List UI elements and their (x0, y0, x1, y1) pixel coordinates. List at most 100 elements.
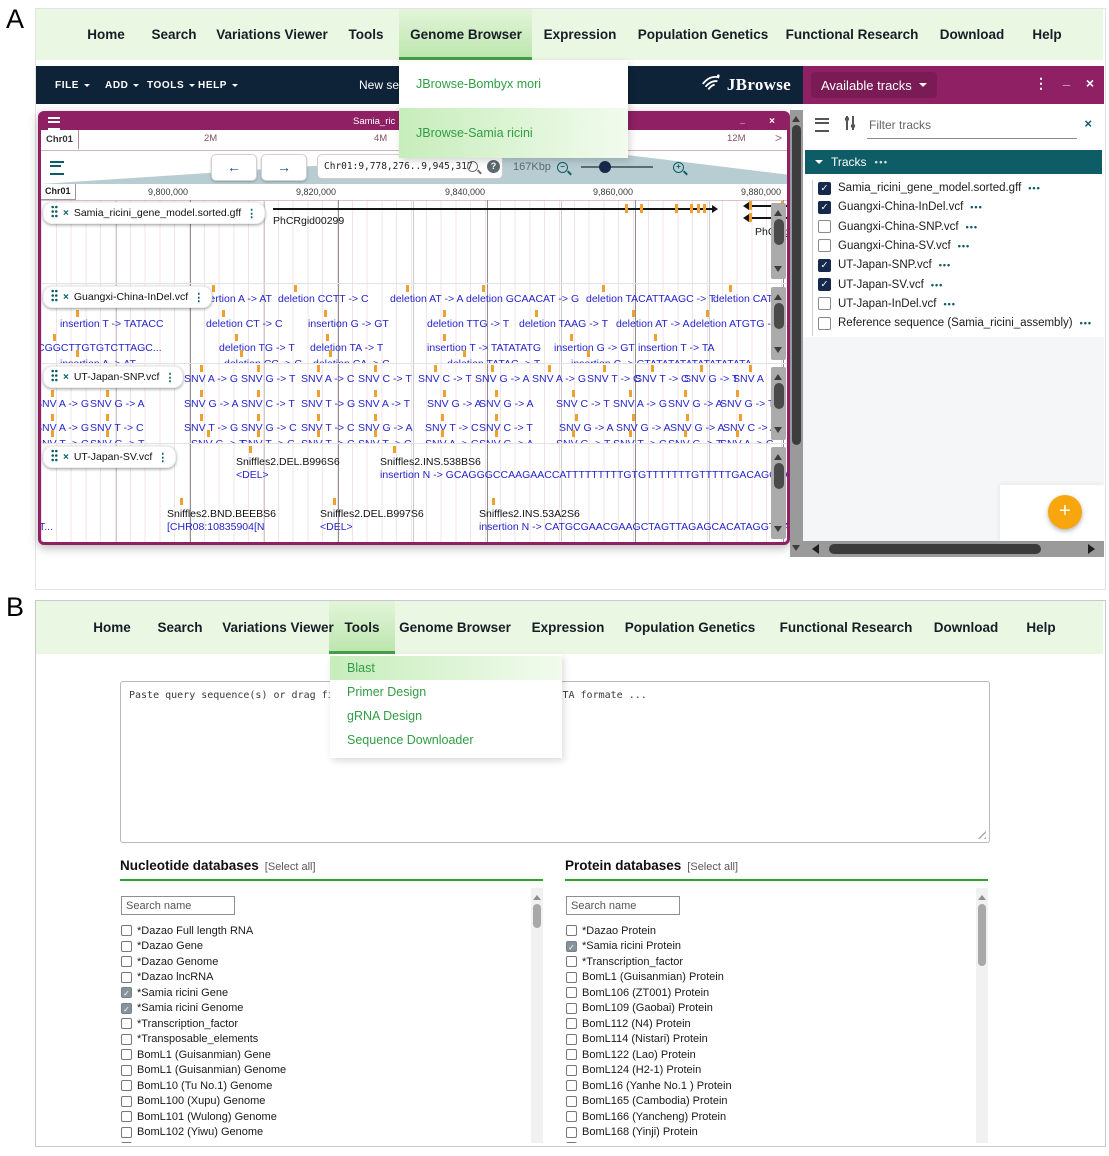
nucleotide-search-input[interactable] (121, 896, 235, 915)
db-row-boml101-wulong-genome[interactable]: BomL101 (Wulong) Genome (121, 1110, 277, 1123)
checkbox-unchecked[interactable] (121, 1142, 132, 1143)
checkbox-unchecked[interactable] (121, 972, 132, 983)
scroll-up-arrow[interactable] (978, 891, 986, 900)
close-track-icon[interactable]: × (63, 372, 69, 383)
track-list-row-ut-japan-indel-vcf[interactable]: UT-Japan-InDel.vcf••• (818, 296, 956, 312)
dropdown-item-grna-design[interactable]: gRNA Design (330, 704, 562, 728)
checkbox-checked[interactable]: ✓ (818, 259, 831, 272)
track-item-menu-icon[interactable]: ••• (943, 299, 955, 309)
drag-handle-icon[interactable] (51, 289, 58, 305)
scroll-right-arrow[interactable] (1088, 544, 1100, 554)
clear-filter-icon[interactable]: × (1084, 116, 1092, 131)
checkbox-unchecked[interactable] (566, 1065, 577, 1076)
checkbox-unchecked[interactable] (566, 1127, 577, 1138)
nav-item-expression[interactable]: Expression (532, 601, 605, 654)
db-row-dazao-gene[interactable]: *Dazao Gene (121, 940, 203, 953)
nav-item-tools[interactable]: Tools (345, 601, 380, 654)
checkbox-unchecked[interactable] (566, 925, 577, 936)
db-row-boml109-gaobai-protein[interactable]: BomL109 (Gaobai) Protein (566, 1002, 713, 1015)
nav-item-home[interactable]: Home (93, 601, 131, 654)
checkbox-unchecked[interactable] (121, 1034, 132, 1045)
db-row-transposable-elements[interactable]: *Transposable_elements (121, 1033, 258, 1046)
track-item-menu-icon[interactable]: ••• (1080, 318, 1092, 328)
track-list-row-guangxi-china-snp-vcf[interactable]: Guangxi-China-SNP.vcf••• (818, 219, 978, 235)
db-row-boml100-xupu-genome[interactable]: BomL100 (Xupu) Genome (121, 1095, 265, 1108)
vertical-scrollbar[interactable] (790, 110, 803, 557)
close-icon[interactable]: × (1086, 75, 1094, 91)
db-row-samia-ricini-protein[interactable]: ✓*Samia ricini Protein (566, 940, 681, 953)
drag-handle-icon[interactable] (51, 205, 58, 221)
scrollbar-thumb[interactable] (829, 544, 1041, 554)
track-kebab-icon[interactable]: ⋮ (164, 371, 175, 384)
scroll-up-arrow[interactable] (774, 206, 782, 216)
protein-select-all-link[interactable]: [Select all] (687, 861, 738, 873)
checkbox-unchecked[interactable] (566, 972, 577, 983)
checkbox-unchecked[interactable] (121, 956, 132, 967)
appbar-menu-help[interactable]: HELP (198, 66, 238, 104)
db-row-boml1-guisanmian-gene[interactable]: BomL1 (Guisanmian) Gene (121, 1048, 271, 1061)
checkbox-unchecked[interactable] (818, 220, 831, 233)
scroll-up-arrow[interactable] (774, 370, 782, 380)
checkbox-unchecked[interactable] (566, 1003, 577, 1014)
nav-item-home[interactable]: Home (87, 9, 125, 60)
nav-item-variations-viewer[interactable]: Variations Viewer (222, 601, 334, 654)
scrollbar-thumb[interactable] (774, 219, 784, 245)
scroll-up-arrow[interactable] (792, 112, 800, 122)
track-item-menu-icon[interactable]: ••• (970, 202, 982, 212)
db-row-dazao-full-length-rna[interactable]: *Dazao Full length RNA (121, 924, 253, 937)
close-track-icon[interactable]: × (63, 292, 69, 303)
checkbox-unchecked[interactable] (818, 297, 831, 310)
nav-item-population-genetics[interactable]: Population Genetics (625, 601, 756, 654)
appbar-menu-file[interactable]: FILE (55, 66, 90, 104)
list-scrollbar[interactable] (531, 888, 543, 1143)
close-track-icon[interactable]: × (63, 208, 69, 219)
checkbox-unchecked[interactable] (818, 239, 831, 252)
pan-left-button[interactable]: ← (211, 154, 257, 181)
checkbox-unchecked[interactable] (121, 1018, 132, 1029)
nav-item-download[interactable]: Download (940, 9, 1005, 60)
zoom-slider-thumb[interactable] (599, 161, 611, 173)
scrollbar-thumb[interactable] (533, 904, 541, 928)
nav-item-search[interactable]: Search (151, 9, 196, 60)
drag-handle-icon[interactable] (51, 449, 58, 465)
track-kebab-icon[interactable]: ⋮ (246, 207, 257, 220)
db-row-boml1-guisanmian-protein[interactable]: BomL1 (Guisanmian) Protein (566, 971, 724, 984)
db-row-transcription-factor[interactable]: *Transcription_factor (121, 1017, 238, 1030)
db-row-boml10-tu-no-1-genome[interactable]: BomL10 (Tu No.1) Genome (121, 1079, 272, 1092)
checkbox-unchecked[interactable] (566, 1111, 577, 1122)
hamburger-menu-icon[interactable] (48, 117, 60, 130)
nav-item-expression[interactable]: Expression (544, 9, 617, 60)
checkbox-unchecked[interactable] (566, 1049, 577, 1060)
available-tracks-button[interactable]: Available tracks (811, 72, 937, 98)
db-row-boml166-yancheng-protein[interactable]: BomL166 (Yancheng) Protein (566, 1110, 726, 1123)
kebab-menu-icon[interactable]: ⋮ (1034, 75, 1048, 92)
db-row-samia-ricini-genome[interactable]: ✓*Samia ricini Genome (121, 1002, 243, 1015)
tracks-section-bar[interactable]: Tracks ••• (805, 150, 1102, 174)
checkbox-checked[interactable]: ✓ (121, 987, 132, 998)
pan-right-button[interactable]: → (261, 154, 307, 181)
track-list-row-ut-japan-sv-vcf[interactable]: ✓UT-Japan-SV.vcf••• (818, 277, 943, 293)
scrollbar-thumb[interactable] (792, 125, 801, 445)
checkbox-unchecked[interactable] (121, 1127, 132, 1138)
track-mini-scrollbar[interactable] (771, 203, 786, 279)
dropdown-item-blast[interactable]: Blast (330, 656, 562, 680)
hamburger-menu-icon[interactable] (815, 118, 829, 132)
checkbox-unchecked[interactable] (818, 317, 831, 330)
view-minimize-icon[interactable]: _ (740, 115, 745, 125)
track-item-menu-icon[interactable]: ••• (939, 260, 951, 270)
checkbox-unchecked[interactable] (121, 1111, 132, 1122)
checkbox-unchecked[interactable] (566, 956, 577, 967)
db-row-dazao-protein[interactable]: *Dazao Protein (566, 924, 656, 937)
minimize-icon[interactable]: _ (1063, 72, 1070, 87)
db-row-boml112-n4-protein[interactable]: BomL112 (N4) Protein (566, 1017, 691, 1030)
checkbox-unchecked[interactable] (566, 987, 577, 998)
checkbox-unchecked[interactable] (121, 925, 132, 936)
dropdown-item-jbrowse-samia-ricini[interactable]: JBrowse-Samia ricini (399, 108, 628, 158)
db-row-boml104-guanghuawuji-genome[interactable]: BomL104 (Guanghuawuji) Genome (121, 1141, 310, 1143)
checkbox-checked[interactable]: ✓ (818, 278, 831, 291)
zoom-slider[interactable] (581, 166, 653, 168)
db-row-dazao-genome[interactable]: *Dazao Genome (121, 955, 218, 968)
appbar-menu-add[interactable]: ADD (105, 66, 139, 104)
db-row-boml1-guisanmian-genome[interactable]: BomL1 (Guisanmian) Genome (121, 1064, 286, 1077)
checkbox-unchecked[interactable] (566, 1034, 577, 1045)
